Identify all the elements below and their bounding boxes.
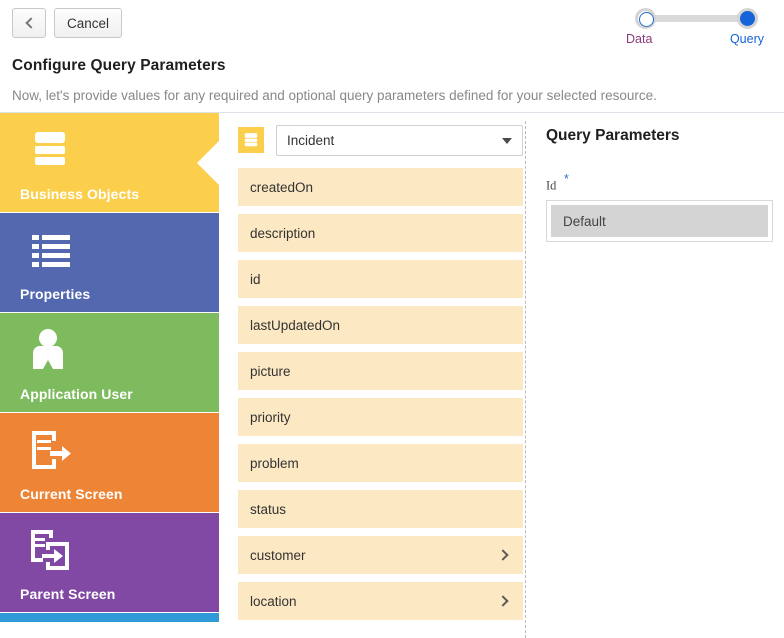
stepper-label-query[interactable]: Query xyxy=(730,32,764,46)
stepper-track xyxy=(643,15,743,22)
list-item[interactable]: createdOn xyxy=(238,168,523,206)
field-label: picture xyxy=(250,363,291,379)
field-label: lastUpdatedOn xyxy=(250,317,341,333)
source-dropdown-value: Incident xyxy=(287,132,335,148)
tile-label: Current Screen xyxy=(20,486,123,502)
field-label: problem xyxy=(250,455,299,471)
database-icon xyxy=(238,127,264,153)
list-item[interactable]: lastUpdatedOn xyxy=(238,306,523,344)
tile-business-objects[interactable]: Business Objects xyxy=(0,113,219,212)
list-item[interactable]: status xyxy=(238,490,523,528)
source-category-tiles: Business Objects Properties Application … xyxy=(0,113,219,638)
header-bar: Cancel Data Query Configure Query Parame… xyxy=(0,0,784,113)
stepper-label-data[interactable]: Data xyxy=(626,32,652,46)
cancel-button[interactable]: Cancel xyxy=(54,8,123,38)
field-label: status xyxy=(250,501,287,517)
stepper-dot-data[interactable] xyxy=(635,8,656,29)
tile-label: Application User xyxy=(20,386,133,402)
query-parameters-panel: Query Parameters Id * Default xyxy=(546,113,784,638)
query-parameter-id: Id * Default xyxy=(546,171,784,243)
list-icon xyxy=(28,227,74,273)
list-item[interactable]: location xyxy=(238,582,523,620)
tile-parent-screen[interactable]: Parent Screen xyxy=(0,513,219,612)
tile-application-user[interactable]: Application User xyxy=(0,313,219,412)
back-button[interactable] xyxy=(12,8,46,38)
chevron-down-icon xyxy=(502,138,512,144)
body-content: Business Objects Properties Application … xyxy=(0,113,784,638)
field-list: createdOn description id lastUpdatedOn p… xyxy=(238,168,523,620)
page-subtitle: Now, let's provide values for any requir… xyxy=(12,88,657,103)
tile-label: Properties xyxy=(20,286,91,302)
parameter-label-row: Id * xyxy=(546,171,784,194)
field-label: id xyxy=(250,271,261,287)
stepper-dot-query[interactable] xyxy=(737,8,758,29)
field-label: customer xyxy=(250,547,306,563)
parameter-value-field[interactable]: Default xyxy=(551,205,768,238)
screens-out-icon xyxy=(28,527,74,573)
user-icon xyxy=(28,327,74,373)
list-item[interactable]: picture xyxy=(238,352,523,390)
list-item[interactable]: priority xyxy=(238,398,523,436)
tile-label: Business Objects xyxy=(20,186,140,202)
navigation-buttons: Cancel xyxy=(12,8,123,38)
tile-partial-next[interactable] xyxy=(0,613,219,622)
field-label: priority xyxy=(250,409,291,425)
source-selector-row: Incident xyxy=(238,122,523,158)
panel-divider xyxy=(525,121,526,638)
list-item[interactable]: id xyxy=(238,260,523,298)
field-label: location xyxy=(250,593,297,609)
wizard-stepper: Data Query xyxy=(626,4,764,54)
chevron-right-icon xyxy=(497,595,509,607)
tile-properties[interactable]: Properties xyxy=(0,213,219,312)
tile-label: Parent Screen xyxy=(20,586,116,602)
required-asterisk: * xyxy=(563,171,569,186)
page-title: Configure Query Parameters xyxy=(12,57,226,74)
parameter-input-wrapper: Default xyxy=(546,200,773,243)
list-item[interactable]: customer xyxy=(238,536,523,574)
query-parameters-title: Query Parameters xyxy=(546,127,680,144)
field-label: description xyxy=(250,225,316,241)
parameter-label: Id xyxy=(546,178,557,193)
list-item[interactable]: description xyxy=(238,214,523,252)
tile-current-screen[interactable]: Current Screen xyxy=(0,413,219,512)
source-dropdown[interactable]: Incident xyxy=(276,124,523,156)
chevron-right-icon xyxy=(497,549,509,561)
field-label: createdOn xyxy=(250,179,314,195)
database-icon xyxy=(28,127,74,173)
screen-out-icon xyxy=(28,427,74,473)
field-browser: Incident createdOn description id lastUp… xyxy=(238,113,523,638)
chevron-left-icon xyxy=(24,17,37,29)
list-item[interactable]: problem xyxy=(238,444,523,482)
